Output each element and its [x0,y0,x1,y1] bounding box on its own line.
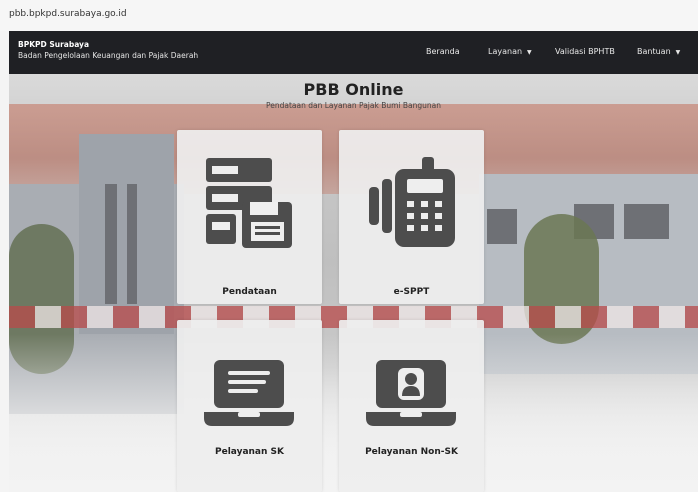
payment-terminal-icon [369,157,455,247]
card-pelayanan-sk-label: Pelayanan SK [215,447,284,457]
card-pendataan-label: Pendataan [222,287,277,297]
card-e-sppt[interactable]: e-SPPT [339,130,484,304]
nav-bantuan-label: Bantuan [637,47,671,56]
url-text[interactable]: pbb.bpkpd.surabaya.go.id [9,9,127,19]
nav-bantuan[interactable]: Bantuan ▼ [637,47,680,56]
card-pelayanan-non-sk-label: Pelayanan Non-SK [365,447,458,457]
brand-title[interactable]: BPKPD Surabaya [18,40,89,49]
card-pelayanan-sk[interactable]: Pelayanan SK [177,320,322,492]
forms-floppy-icon [206,158,292,248]
nav-layanan[interactable]: Layanan ▼ [488,47,532,56]
card-e-sppt-label: e-SPPT [393,287,430,297]
top-navbar: BPKPD Surabaya Badan Pengelolaan Keuanga… [9,31,698,74]
nav-layanan-label: Layanan [488,47,523,56]
nav-beranda[interactable]: Beranda [426,47,460,56]
chevron-down-icon: ▼ [527,49,532,56]
address-bar[interactable]: pbb.bpkpd.surabaya.go.id [0,0,698,31]
card-pelayanan-non-sk[interactable]: Pelayanan Non-SK [339,320,484,492]
laptop-user-icon [366,360,456,426]
chevron-down-icon: ▼ [675,49,681,56]
nav-beranda-label: Beranda [426,47,460,56]
page-title: PBB Online [303,80,404,99]
page-subtitle: Pendataan dan Layanan Pajak Bumi Banguna… [265,101,441,110]
nav-validasi-label: Validasi BPHTB [555,47,615,56]
brand-subtitle[interactable]: Badan Pengelolaan Keuangan dan Pajak Dae… [18,51,198,60]
card-pendataan[interactable]: Pendataan [177,130,322,304]
nav-validasi-bphtb[interactable]: Validasi BPHTB [555,47,615,56]
hero-section: PBB Online Pendataan dan Layanan Pajak B… [9,74,698,492]
laptop-document-icon [204,360,294,426]
